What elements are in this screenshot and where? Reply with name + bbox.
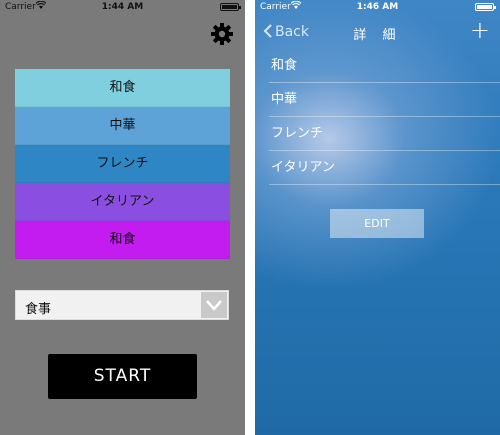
status-bar: Carrier 1:46 AM — [255, 0, 500, 15]
navigation-bar: Back 詳 細 + — [255, 15, 500, 49]
list-item[interactable]: イタリアン — [255, 151, 500, 185]
page-title: 詳 細 — [353, 28, 402, 43]
main-screen: Carrier 1:44 AM 和食 中華 フレンチ イタリアン 和食 食事 S… — [0, 0, 245, 435]
battery-icon — [220, 3, 241, 11]
meal-type-select[interactable]: 食事 — [15, 290, 229, 320]
detail-screen: Carrier 1:46 AM Back 詳 細 + 和食 中華 フレンチ イタ… — [255, 0, 500, 435]
category-row[interactable]: 和食 — [15, 221, 230, 259]
edit-button[interactable]: EDIT — [330, 209, 424, 238]
status-time: 1:46 AM — [356, 2, 399, 12]
list-item[interactable]: フレンチ — [255, 117, 500, 151]
category-row[interactable]: フレンチ — [15, 145, 230, 183]
add-button[interactable]: + — [470, 18, 490, 42]
category-row[interactable]: イタリアン — [15, 183, 230, 221]
category-list: 和食 中華 フレンチ イタリアン 和食 — [15, 69, 230, 259]
list-item[interactable]: 和食 — [255, 49, 500, 83]
gear-icon[interactable] — [210, 22, 234, 46]
category-row[interactable]: 和食 — [15, 69, 230, 107]
item-list: 和食 中華 フレンチ イタリアン — [255, 49, 500, 185]
status-time: 1:44 AM — [101, 2, 144, 12]
chevron-down-icon[interactable] — [201, 292, 227, 318]
list-item[interactable]: 中華 — [255, 83, 500, 117]
category-row[interactable]: 中華 — [15, 107, 230, 145]
select-value: 食事 — [25, 302, 52, 317]
battery-icon — [475, 3, 496, 11]
start-button[interactable]: START — [48, 354, 197, 399]
status-bar: Carrier 1:44 AM — [0, 0, 245, 15]
